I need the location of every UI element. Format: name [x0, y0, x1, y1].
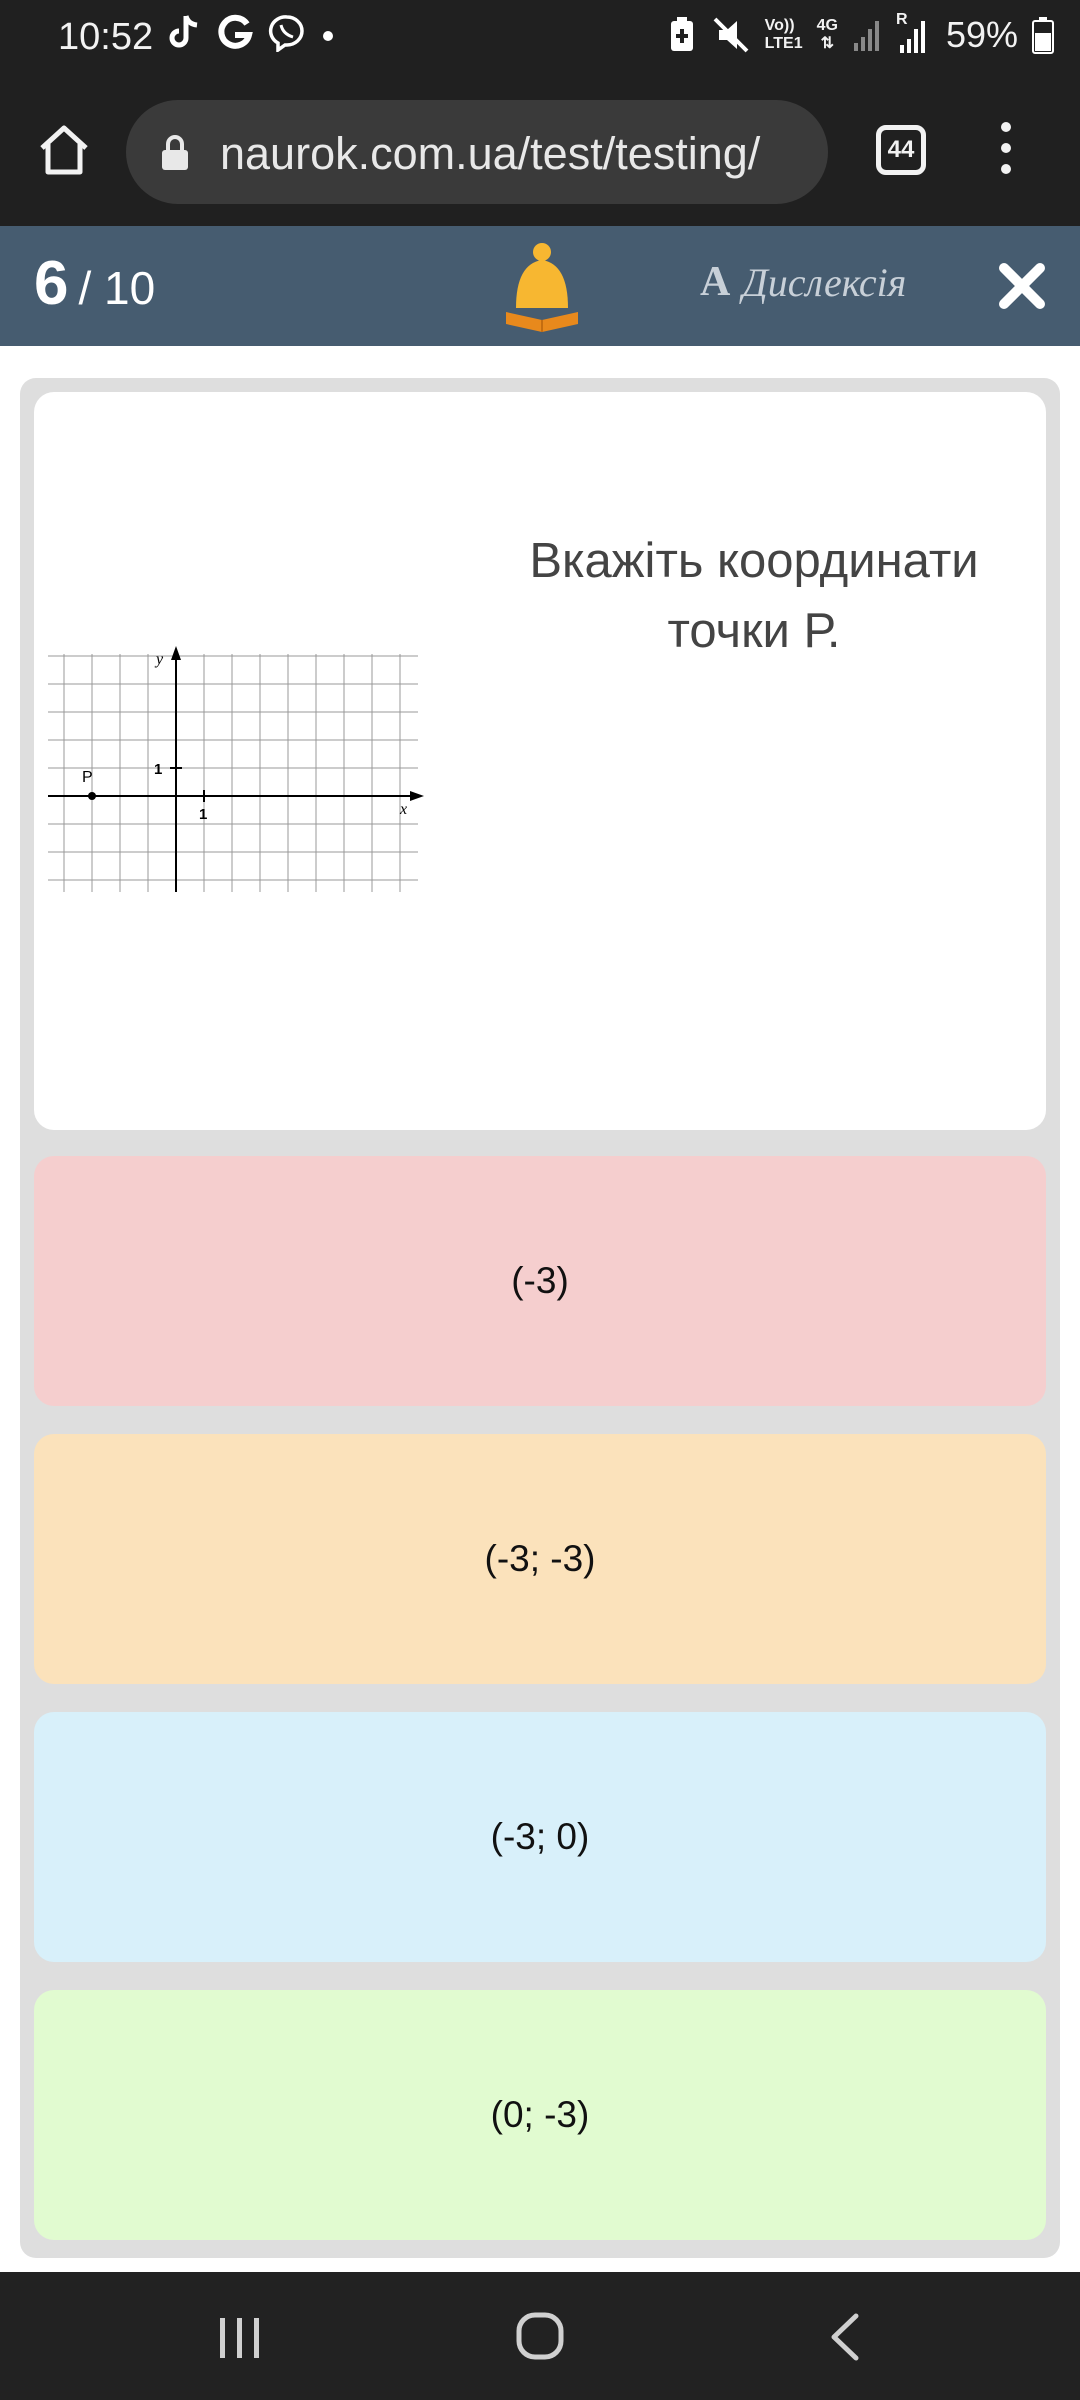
battery-saver-icon: [670, 17, 693, 51]
home-nav-icon[interactable]: [516, 2312, 564, 2360]
answer-option-4[interactable]: (0; -3): [34, 1990, 1046, 2240]
back-icon[interactable]: [826, 2312, 862, 2362]
notification-dot-icon: [323, 31, 333, 41]
progress-total: / 10: [78, 262, 156, 314]
dyslexia-toggle[interactable]: A Дислексія: [700, 258, 906, 306]
system-nav-bar: [0, 2272, 1080, 2400]
answer-option-1[interactable]: (-3): [34, 1156, 1046, 1406]
address-bar[interactable]: naurok.com.ua/test/testing/: [126, 100, 828, 204]
quiz-header: 6 / 10 A Дислексія: [0, 226, 1080, 346]
close-icon[interactable]: [998, 262, 1046, 310]
volte-bottom: LTE1: [764, 35, 803, 52]
viber-icon: [268, 15, 304, 52]
y-axis-arrow: [171, 646, 181, 660]
battery-percent: 59%: [945, 14, 1018, 55]
volte-top: Vo)): [764, 17, 795, 34]
tab-switcher-button[interactable]: 44: [876, 125, 926, 175]
progress-current: 6: [34, 249, 69, 318]
browser-toolbar: naurok.com.ua/test/testing/ 44: [0, 78, 1080, 226]
more-menu-icon[interactable]: [988, 122, 1024, 182]
x-axis-label: x: [399, 801, 407, 818]
answer-option-label: (-3; -3): [484, 1538, 596, 1579]
point-p-label: P: [82, 769, 93, 786]
google-icon: [218, 14, 253, 49]
home-icon[interactable]: [34, 120, 94, 180]
answer-option-label: (0; -3): [490, 2094, 590, 2135]
url-text: naurok.com.ua/test/testing/: [220, 128, 761, 179]
answer-option-label: (-3; 0): [490, 1816, 590, 1857]
question-progress: 6 / 10: [34, 248, 155, 319]
quiz-content: P y x 1 1 Вкажіть координати точки Р. (-…: [0, 346, 1080, 2272]
signal-icon-2: R: [896, 11, 932, 55]
battery-icon: [1032, 17, 1054, 54]
font-icon: A: [700, 259, 731, 305]
y-axis-label: y: [154, 651, 164, 668]
x-tick-label: 1: [199, 806, 207, 823]
lock-icon: [162, 135, 188, 170]
status-app-icons: [168, 14, 336, 52]
tiktok-icon: [169, 15, 198, 48]
data-arrows-icon: ⇅: [820, 35, 834, 52]
quiz-frame: P y x 1 1 Вкажіть координати точки Р. (-…: [20, 378, 1060, 2258]
status-bar: 10:52 Vo)) LTE1 4G ⇅ R 59%: [0, 0, 1080, 78]
recents-icon[interactable]: [218, 2316, 262, 2360]
tab-count: 44: [887, 136, 915, 163]
mute-icon: [713, 17, 749, 53]
point-p: [88, 792, 96, 800]
question-text: Вкажіть координати точки Р.: [529, 534, 979, 658]
dyslexia-label: Дислексія: [742, 259, 907, 305]
volte-indicator: Vo)) LTE1: [765, 17, 803, 53]
graph-grid: [48, 654, 418, 892]
answer-option-3[interactable]: (-3; 0): [34, 1712, 1046, 1962]
bell-book-icon[interactable]: [502, 238, 582, 338]
signal-bars-icon: [899, 21, 925, 53]
y-tick-label: 1: [154, 761, 162, 778]
x-axis-arrow: [410, 791, 424, 801]
answer-option-2[interactable]: (-3; -3): [34, 1434, 1046, 1684]
status-indicators: Vo)) LTE1 4G ⇅ R 59%: [667, 11, 1054, 56]
question-card: P y x 1 1 Вкажіть координати точки Р.: [34, 392, 1046, 1130]
signal-icon-1: [853, 21, 879, 51]
coordinate-graph: P y x 1 1: [48, 646, 424, 892]
network-gen: 4G ⇅: [817, 17, 838, 53]
answer-option-label: (-3): [511, 1260, 569, 1301]
network-gen-label: 4G: [816, 17, 838, 34]
status-time: 10:52: [58, 16, 154, 58]
